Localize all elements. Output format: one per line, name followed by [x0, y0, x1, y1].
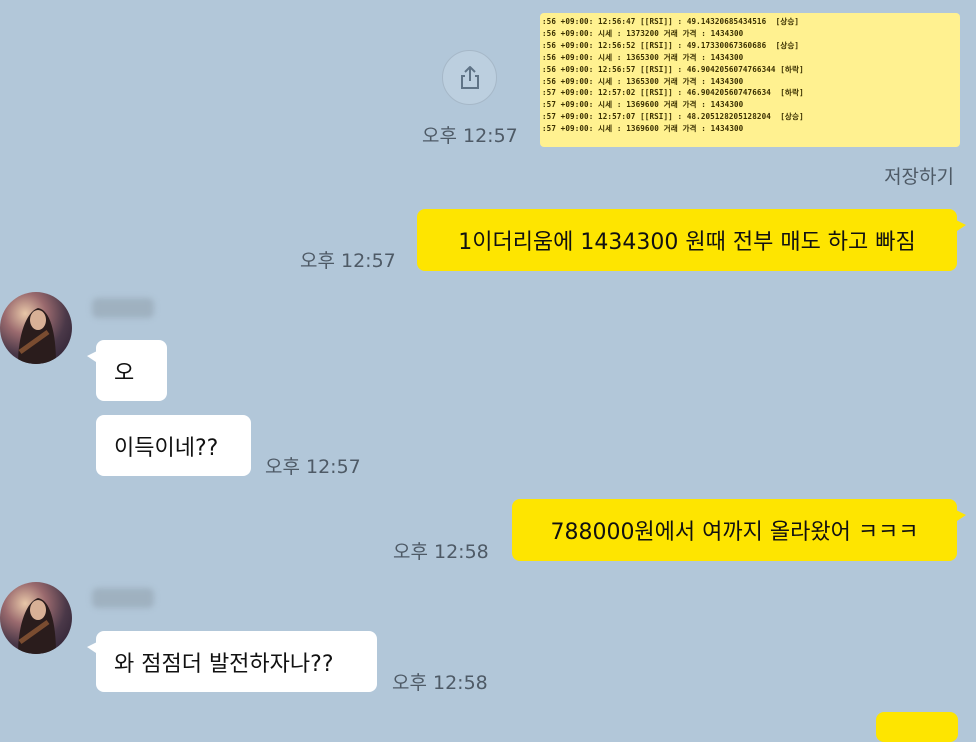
log-line: :56 +09:00: 시세 : 1365300 거래 가격 : 1434300 — [542, 76, 744, 86]
share-icon — [460, 65, 479, 89]
my-message-bubble-partial[interactable] — [876, 712, 958, 742]
log-line: :56 +09:00: 시세 : 1373200 거래 가격 : 1434300 — [542, 28, 744, 38]
profile-avatar[interactable] — [0, 292, 72, 364]
message-time: 오후 12:57 — [300, 250, 396, 272]
avatar-photo — [18, 598, 56, 654]
sender-name-blurred — [92, 588, 154, 608]
log-line: :57 +09:00: 12:57:02 [[RSI]] : 46.904205… — [542, 88, 804, 98]
message-time: 오후 12:57 — [265, 456, 361, 478]
share-button[interactable] — [442, 50, 497, 105]
log-line: :57 +09:00: 시세 : 1369600 거래 가격 : 1434300 — [542, 124, 744, 134]
my-message-bubble[interactable]: 788000원에서 여까지 올라왔어 ㅋㅋㅋ — [512, 499, 966, 561]
log-line: :56 +09:00: 12:56:47 [[RSI]] : 49.143206… — [542, 17, 800, 26]
friend-message-bubble[interactable]: 오 — [87, 340, 167, 401]
log-line: :56 +09:00: 12:56:52 [[RSI]] : 49.173300… — [542, 40, 800, 50]
message-text: 1이더리움에 1434300 원때 전부 매도 하고 빠짐 — [458, 230, 916, 255]
message-time: 오후 12:57 — [422, 125, 518, 147]
message-text: 788000원에서 여까지 올라왔어 ㅋㅋㅋ — [550, 520, 919, 545]
log-line: :56 +09:00: 12:56:57 [[RSI]] : 46.904205… — [542, 64, 804, 74]
log-image-message[interactable]: :56 +09:00: 12:56:47 [[RSI]] : 49.143206… — [540, 13, 960, 147]
message-text: 이득이네?? — [114, 435, 219, 461]
log-line: :57 +09:00: 12:57:07 [[RSI]] : 48.205128… — [542, 112, 804, 122]
friend-message-bubble[interactable]: 와 점점더 발전하자나?? — [87, 631, 377, 692]
message-text: 오 — [114, 360, 135, 386]
log-line: :57 +09:00: 시세 : 1369600 거래 가격 : 1434300 — [542, 100, 744, 110]
avatar-photo — [18, 308, 56, 364]
message-text: 와 점점더 발전하자나?? — [114, 651, 334, 677]
message-time: 오후 12:58 — [392, 672, 488, 694]
profile-avatar[interactable] — [0, 582, 72, 654]
sender-name-blurred — [92, 298, 154, 318]
friend-message-bubble[interactable]: 이득이네?? — [96, 415, 251, 476]
my-message-bubble[interactable]: 1이더리움에 1434300 원때 전부 매도 하고 빠짐 — [417, 209, 966, 271]
log-line: :56 +09:00: 시세 : 1365300 거래 가격 : 1434300 — [542, 52, 744, 62]
message-time: 오후 12:58 — [393, 541, 489, 563]
save-image-link[interactable]: 저장하기 — [884, 162, 954, 189]
